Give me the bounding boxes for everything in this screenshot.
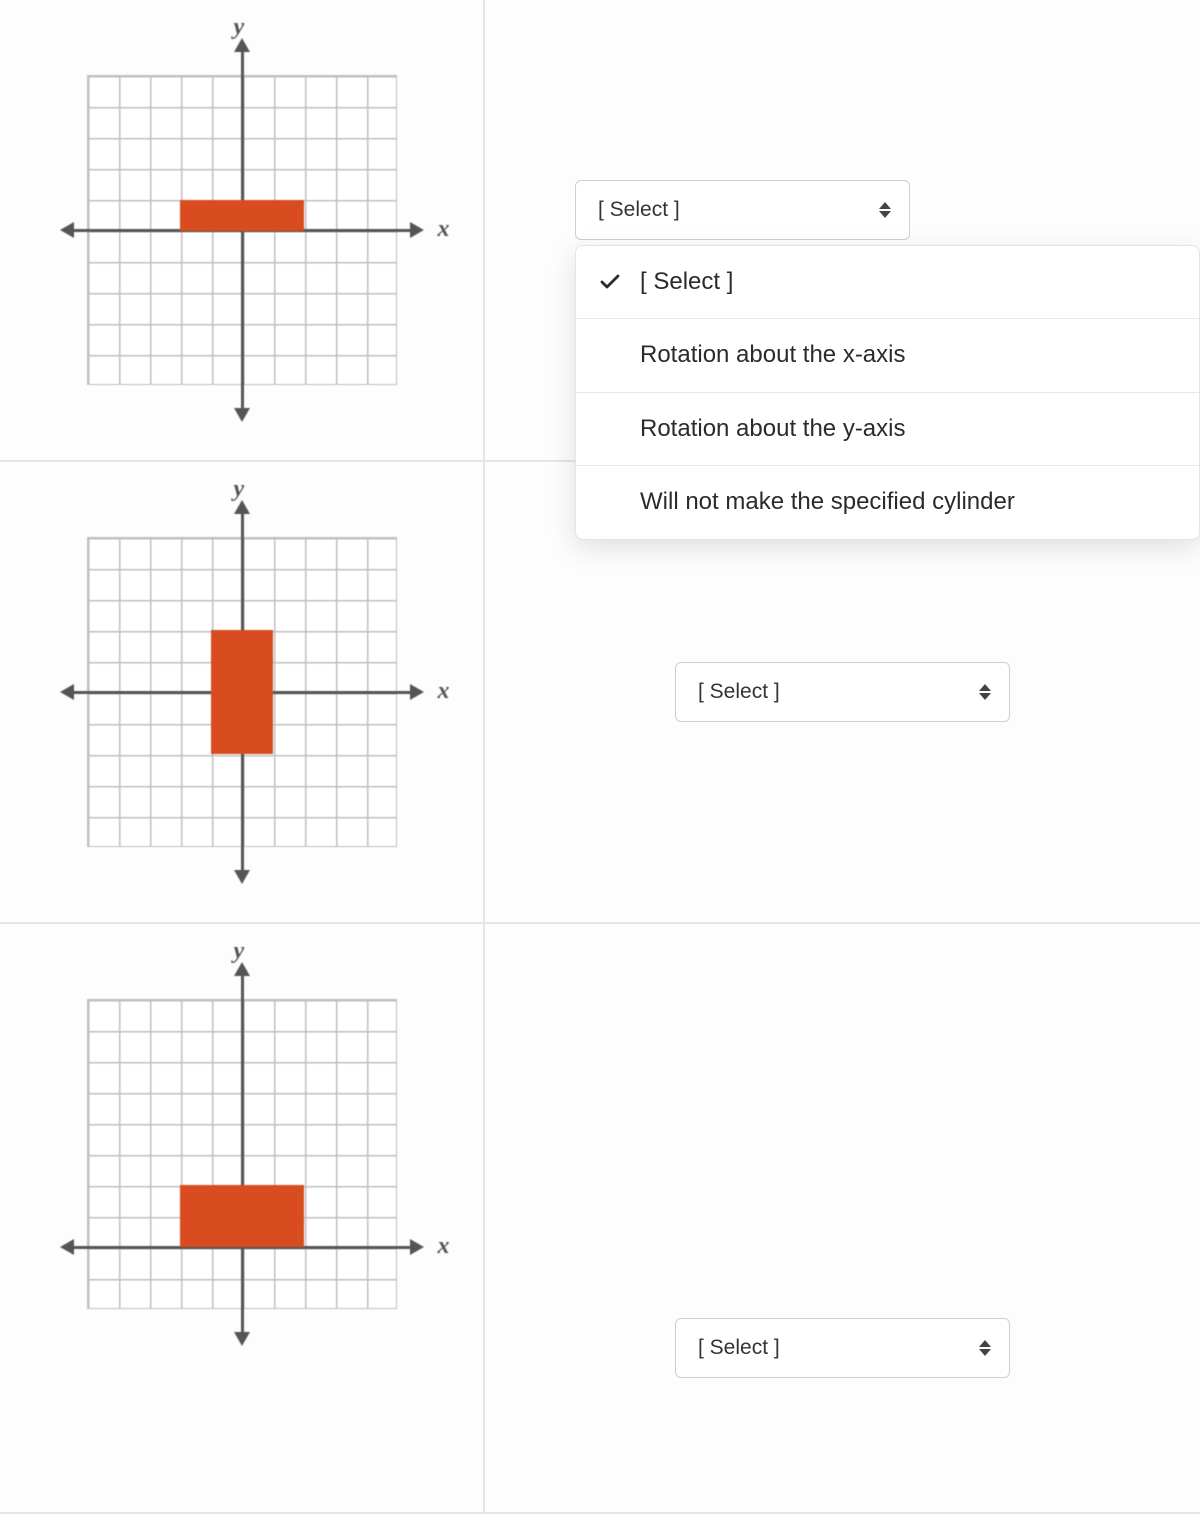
menu-option-y-axis[interactable]: Rotation about the y-axis [576,393,1199,466]
answer-cell-3: [ Select ] [485,924,1200,1514]
select-value-3: [ Select ] [698,1336,780,1360]
rectangle-shape-3 [180,1185,304,1247]
rectangle-shape-1 [180,200,304,231]
menu-option-select[interactable]: [ Select ] [576,246,1199,319]
arrow-down-icon [234,870,250,884]
coordinate-plane-2: x y [32,482,452,902]
answer-select-1[interactable]: [ Select ] [575,180,910,240]
arrow-down-icon [234,1332,250,1346]
menu-option-label: Will not make the specified cylinder [640,488,1015,515]
arrow-right-icon [410,222,424,238]
select-dropdown-menu: [ Select ] Rotation about the x-axis Rot… [575,245,1200,540]
select-value-1: [ Select ] [598,198,680,222]
arrow-right-icon [410,1239,424,1255]
graph-cell-2: x y [0,462,485,924]
rectangle-shape-2 [211,630,273,754]
menu-option-label: Rotation about the x-axis [640,341,906,368]
menu-option-label: [ Select ] [640,268,733,295]
arrow-down-icon [234,408,250,422]
answer-select-3[interactable]: [ Select ] [675,1318,1010,1378]
y-axis-label-2: y [234,476,245,503]
arrow-left-icon [60,1239,74,1255]
answer-select-2[interactable]: [ Select ] [675,662,1010,722]
y-axis-label-3: y [234,938,245,965]
check-icon [598,270,622,294]
select-value-2: [ Select ] [698,680,780,704]
x-axis-label-1: x [438,216,450,243]
graph-cell-3: x y [0,924,485,1514]
menu-option-x-axis[interactable]: Rotation about the x-axis [576,319,1199,392]
answer-cell-1: [ Select ] [ Select ] Rotation about the… [485,0,1200,462]
y-axis-label-1: y [234,14,245,41]
chevron-up-down-icon [979,684,991,700]
arrow-left-icon [60,222,74,238]
coordinate-plane-3: x y [32,944,452,1364]
y-axis-3 [241,974,244,1334]
x-axis-label-2: x [438,678,450,705]
arrow-right-icon [410,684,424,700]
question-grid: x y [ Select ] [ Select ] Rotation about… [0,0,1200,1514]
x-axis-label-3: x [438,1233,450,1260]
graph-cell-1: x y [0,0,485,462]
coordinate-plane-1: x y [32,20,452,440]
chevron-up-down-icon [979,1340,991,1356]
menu-option-will-not[interactable]: Will not make the specified cylinder [576,466,1199,538]
arrow-left-icon [60,684,74,700]
menu-option-label: Rotation about the y-axis [640,415,906,442]
chevron-up-down-icon [879,202,891,218]
